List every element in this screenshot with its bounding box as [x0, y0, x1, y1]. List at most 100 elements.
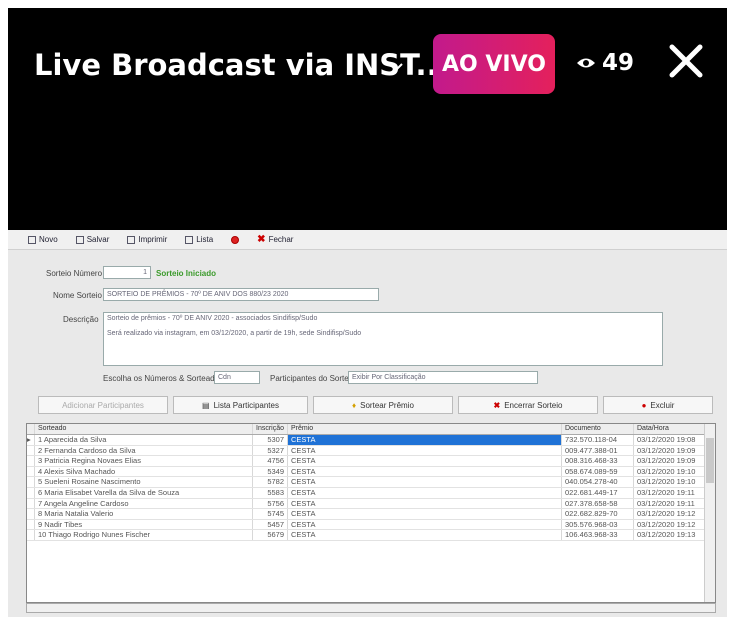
cell-data-hora: 03/12/2020 19:11 [634, 487, 706, 498]
descricao-line-2: Será realizado via instagram, em 03/12/2… [107, 330, 362, 337]
cell-premio: CESTA [288, 445, 562, 456]
lista-participantes-button[interactable]: ▤ Lista Participantes [173, 396, 308, 414]
cell-data-hora: 03/12/2020 19:10 [634, 477, 706, 487]
broadcast-title[interactable]: Live Broadcast via INST... [34, 48, 449, 82]
list-icon: ▤ [202, 400, 210, 410]
horizontal-scrollbar[interactable] [26, 603, 716, 613]
sortear-premio-button[interactable]: ♦ Sortear Prêmio [313, 396, 453, 414]
sorteio-numero-label: Sorteio Número [46, 269, 103, 278]
stop-icon: ✖ [493, 400, 501, 410]
table-row[interactable]: 3 Patricia Regina Novaes Elias 4756 CESTA 0… [27, 456, 715, 467]
cell-data-hora: 03/12/2020 19:08 [634, 435, 706, 445]
table-row[interactable]: ▸ 1 Aparecida da Silva 5307 CESTA 732.570.11… [27, 435, 715, 446]
chevron-down-icon[interactable] [388, 53, 404, 79]
cell-sorteado: 6 Maria Elisabet Varella da Silva de Sou… [35, 487, 253, 498]
salvar-button[interactable]: Salvar [75, 235, 110, 244]
list-icon [185, 235, 194, 244]
cell-documento: 027.378.658-58 [562, 498, 634, 509]
row-indicator: ▸ [27, 435, 35, 445]
descricao-field[interactable]: Sorteio de prêmios - 70º DE ANIV 2020 - … [103, 312, 663, 366]
encerrar-sorteio-button[interactable]: ✖ Encerrar Sorteio [458, 396, 598, 414]
cell-premio: CESTA [288, 466, 562, 477]
col-premio[interactable]: Prêmio [288, 424, 562, 434]
cell-sorteado: 1 Aparecida da Silva [35, 435, 253, 445]
vertical-scrollbar[interactable] [704, 424, 715, 602]
cell-sorteado: 9 Nadir Tibes [35, 519, 253, 530]
escolha-label: Escolha os Números & Sorteados [103, 374, 224, 383]
col-inscricao[interactable]: Inscrição [253, 424, 288, 434]
new-file-icon [28, 235, 36, 244]
app-toolbar: Novo Salvar Imprimir Lista ✖ Fechar [8, 230, 727, 250]
cell-inscricao: 5457 [253, 519, 288, 530]
row-indicator [27, 456, 35, 466]
cell-premio: CESTA [288, 530, 562, 540]
sorteados-table: Sorteado Inscrição Prêmio Documento Data… [26, 423, 716, 603]
add-participantes-button[interactable]: Adicionar Participantes [38, 396, 168, 414]
cell-documento: 106.463.968-33 [562, 530, 634, 540]
table-row[interactable]: 6 Maria Elisabet Varella da Silva de Sou… [27, 487, 715, 499]
close-icon[interactable] [663, 38, 709, 84]
sorteio-numero-field[interactable]: 1 [103, 266, 151, 279]
lista-button[interactable]: Lista [185, 235, 213, 244]
nome-sorteio-field[interactable]: SORTEIO DE PRÊMIOS - 70º DE ANIV DOS 880… [103, 288, 379, 301]
row-indicator [27, 445, 35, 456]
participantes-select[interactable]: Exibir Por Classificação [348, 371, 538, 384]
cell-sorteado: 7 Angela Angeline Cardoso [35, 498, 253, 509]
cell-premio: CESTA [288, 519, 562, 530]
scroll-thumb[interactable] [706, 438, 714, 483]
cell-inscricao: 5327 [253, 445, 288, 456]
cell-data-hora: 03/12/2020 19:11 [634, 498, 706, 509]
imprimir-button[interactable]: Imprimir [127, 235, 167, 244]
table-row[interactable]: 10 Thiago Rodrigo Nunes Fischer 5679 CESTA… [27, 530, 715, 541]
cell-data-hora: 03/12/2020 19:13 [634, 530, 706, 540]
nome-sorteio-label: Nome Sorteio [53, 291, 102, 300]
table-row[interactable]: 7 Angela Angeline Cardoso 5756 CESTA 027.37… [27, 498, 715, 510]
table-row[interactable]: 2 Fernanda Cardoso da Silva 5327 CESTA 009.… [27, 445, 715, 457]
table-row[interactable]: 4 Alexis Silva Machado 5349 CESTA 058.674.0… [27, 466, 715, 478]
table-row[interactable]: 9 Nadir Tibes 5457 CESTA 305.576.968-03 03/1… [27, 519, 715, 531]
cell-premio: CESTA [288, 477, 562, 487]
live-badge: AO VIVO [433, 34, 555, 94]
trophy-icon: ♦ [352, 400, 357, 410]
cell-data-hora: 03/12/2020 19:12 [634, 519, 706, 530]
viewer-count-value: 49 [602, 50, 635, 76]
novo-label: Novo [39, 235, 58, 244]
close-icon: ✖ [257, 234, 266, 245]
encerrar-sorteio-label: Encerrar Sorteio [504, 400, 563, 410]
sortear-premio-label: Sortear Prêmio [360, 400, 414, 410]
cell-premio: CESTA [288, 435, 562, 445]
cell-inscricao: 4756 [253, 456, 288, 466]
participantes-label: Participantes do Sorteio [270, 374, 355, 383]
excluir-label: Excluir [650, 400, 675, 410]
cell-data-hora: 03/12/2020 19:10 [634, 466, 706, 477]
cell-sorteado: 5 Sueleni Rosaine Nascimento [35, 477, 253, 487]
lista-label: Lista [196, 235, 214, 244]
table-row[interactable]: 5 Sueleni Rosaine Nascimento 5782 CESTA 040… [27, 477, 715, 488]
row-indicator [27, 466, 35, 477]
cell-premio: CESTA [288, 498, 562, 509]
excluir-button[interactable]: ● Excluir [603, 396, 713, 414]
col-sorteado[interactable]: Sorteado [35, 424, 253, 434]
col-data-hora[interactable]: Data/Hora [634, 424, 706, 434]
cell-inscricao: 5782 [253, 477, 288, 487]
escolha-select[interactable]: Cdn [214, 371, 260, 384]
cell-sorteado: 4 Alexis Silva Machado [35, 466, 253, 477]
col-documento[interactable]: Documento [562, 424, 634, 434]
help-button[interactable] [231, 235, 240, 244]
cell-documento: 040.054.278-40 [562, 477, 634, 487]
row-indicator [27, 498, 35, 509]
cell-premio: CESTA [288, 487, 562, 498]
row-indicator [27, 519, 35, 530]
cell-documento: 009.477.388-01 [562, 445, 634, 456]
table-body: ▸ 1 Aparecida da Silva 5307 CESTA 732.570.11… [27, 435, 715, 541]
cell-inscricao: 5756 [253, 498, 288, 509]
table-row[interactable]: 8 Maria Natalia Valerio 5745 CESTA 022.682.… [27, 509, 715, 520]
fechar-label: Fechar [268, 235, 294, 244]
fechar-button[interactable]: ✖ Fechar [257, 234, 293, 245]
salvar-label: Salvar [86, 235, 110, 244]
cell-premio: CESTA [288, 456, 562, 466]
cell-premio: CESTA [288, 509, 562, 519]
cell-sorteado: 3 Patricia Regina Novaes Elias [35, 456, 253, 466]
novo-button[interactable]: Novo [28, 235, 58, 244]
cell-sorteado: 8 Maria Natalia Valerio [35, 509, 253, 519]
